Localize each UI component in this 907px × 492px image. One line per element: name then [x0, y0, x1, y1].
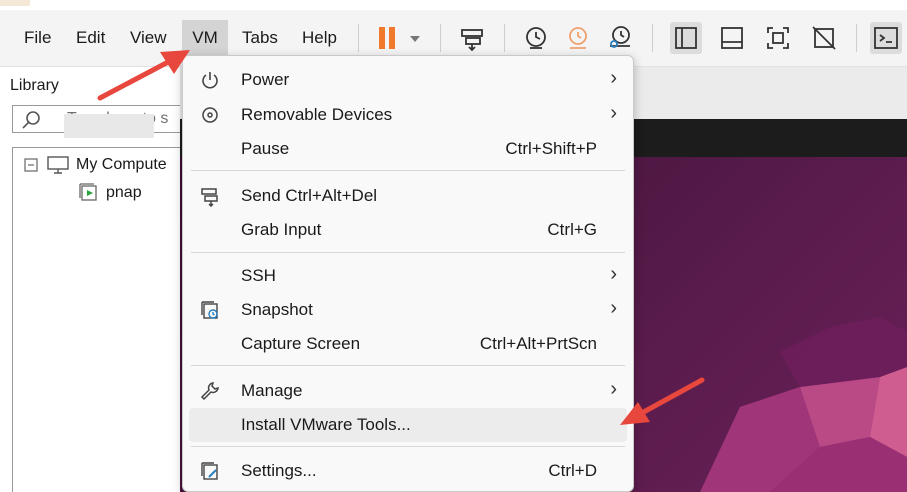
- menu-vm[interactable]: VM: [182, 20, 228, 56]
- menu-item-label: Pause: [241, 139, 290, 158]
- menu-edit[interactable]: Edit: [72, 20, 109, 56]
- thumbnail-bar-icon[interactable]: [716, 22, 748, 54]
- menu-item-label: Capture Screen: [241, 334, 361, 353]
- tree-node-pnap-selection: [64, 114, 154, 138]
- menu-item-removable-devices[interactable]: Removable Devices ›: [189, 98, 627, 132]
- menu-item-label: Manage: [241, 381, 303, 400]
- power-icon: [199, 69, 221, 91]
- menu-item-power[interactable]: Power ›: [189, 63, 627, 97]
- menu-separator: [191, 446, 625, 447]
- library-view-icon[interactable]: [670, 22, 702, 54]
- toolbar-separator: [652, 24, 653, 52]
- menu-item-ssh[interactable]: SSH ›: [189, 259, 627, 293]
- menu-item-shortcut: Ctrl+D: [548, 461, 597, 480]
- snapshot-take-icon[interactable]: [520, 22, 552, 54]
- menu-separator: [191, 365, 625, 366]
- send-ctrl-alt-del-icon[interactable]: [456, 22, 488, 54]
- toolbar-separator: [856, 24, 857, 52]
- snapshot-icon: [199, 299, 221, 321]
- toolbar-separator: [440, 24, 441, 52]
- settings-icon: [199, 460, 221, 482]
- search-icon: [21, 110, 43, 132]
- computer-icon: [46, 155, 70, 180]
- window-top-edge: [0, 0, 907, 10]
- menu-item-send-ctrl-alt-del[interactable]: Send Ctrl+Alt+Del: [189, 179, 627, 213]
- menu-item-shortcut: Ctrl+G: [547, 220, 597, 239]
- menu-separator: [191, 170, 625, 171]
- window-top-stub: [0, 0, 30, 6]
- menu-item-capture-screen[interactable]: Capture Screen Ctrl+Alt+PrtScn: [189, 327, 627, 361]
- vm-running-icon: [78, 182, 100, 209]
- removable-devices-icon: [199, 104, 221, 126]
- menu-item-manage[interactable]: Manage ›: [189, 374, 627, 408]
- menu-file[interactable]: File: [20, 20, 55, 56]
- submenu-arrow-icon: ›: [610, 263, 617, 285]
- menu-item-shortcut: Ctrl+Alt+PrtScn: [479, 334, 597, 353]
- wrench-icon: [199, 380, 221, 402]
- collapse-icon[interactable]: [24, 158, 38, 177]
- tree-node-my-computer[interactable]: My Compute: [76, 156, 167, 174]
- menu-item-pause[interactable]: Pause Ctrl+Shift+P: [189, 132, 627, 166]
- submenu-arrow-icon: ›: [610, 297, 617, 319]
- vm-menu-dropdown: Power › Removable Devices › Pause Ctrl+S…: [182, 55, 634, 492]
- menu-view[interactable]: View: [126, 20, 171, 56]
- menu-help[interactable]: Help: [298, 20, 341, 56]
- toolbar-separator: [358, 24, 359, 52]
- menu-item-label: SSH: [241, 266, 276, 285]
- toolbar-separator: [504, 24, 505, 52]
- menu-separator: [191, 252, 625, 253]
- menu-item-grab-input[interactable]: Grab Input Ctrl+G: [189, 213, 627, 247]
- full-screen-icon[interactable]: [762, 22, 794, 54]
- library-title: Library: [10, 77, 59, 94]
- tree-node-pnap[interactable]: pnap: [106, 184, 142, 202]
- menu-tabs[interactable]: Tabs: [238, 20, 282, 56]
- menu-item-install-vmware-tools[interactable]: Install VMware Tools...: [189, 408, 627, 442]
- menu-item-label: Removable Devices: [241, 105, 393, 124]
- submenu-arrow-icon: ›: [610, 378, 617, 400]
- submenu-arrow-icon: ›: [610, 67, 617, 89]
- menu-item-label: Send Ctrl+Alt+Del: [241, 186, 378, 205]
- menu-item-shortcut: Ctrl+Shift+P: [505, 139, 597, 158]
- menu-item-label: Snapshot: [241, 300, 313, 319]
- menu-item-label: Settings...: [241, 461, 317, 480]
- console-view-icon[interactable]: [870, 22, 902, 54]
- menu-item-snapshot[interactable]: Snapshot ›: [189, 293, 627, 327]
- menu-item-label: Grab Input: [241, 220, 322, 239]
- dropdown-caret-icon[interactable]: [406, 22, 424, 54]
- snapshot-manager-icon[interactable]: [604, 22, 636, 54]
- snapshot-revert-icon[interactable]: [562, 22, 594, 54]
- send-ctrl-alt-del-icon: [199, 185, 221, 207]
- menu-item-settings[interactable]: Settings... Ctrl+D: [189, 454, 627, 488]
- unity-icon[interactable]: [808, 22, 840, 54]
- pause-icon[interactable]: [372, 22, 404, 54]
- submenu-arrow-icon: ›: [610, 102, 617, 124]
- menu-item-label: Power: [241, 70, 290, 89]
- menu-item-label: Install VMware Tools...: [241, 415, 411, 434]
